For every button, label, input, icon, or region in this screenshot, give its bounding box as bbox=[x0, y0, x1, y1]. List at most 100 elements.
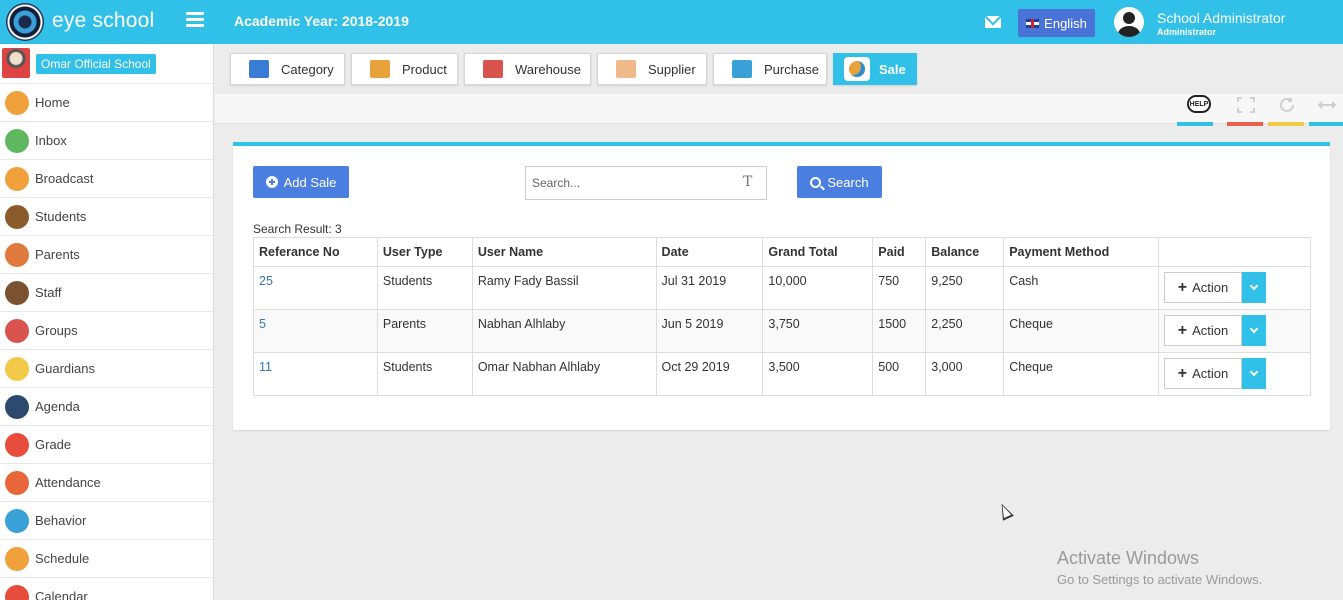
column-header: User Type bbox=[376, 237, 473, 267]
column-header: Payment Method bbox=[1003, 237, 1160, 267]
action-button-group: + Action bbox=[1164, 358, 1305, 389]
sidebar-item-label: Groups bbox=[35, 323, 78, 338]
fullscreen-color-bar bbox=[1227, 122, 1263, 126]
search-button[interactable]: Search bbox=[797, 166, 882, 198]
reference-link[interactable]: 25 bbox=[259, 274, 273, 288]
tab-label: Product bbox=[402, 61, 447, 77]
sidebar-item-grade[interactable]: Grade bbox=[0, 426, 213, 464]
action-button[interactable]: + Action bbox=[1164, 272, 1243, 303]
school-name-badge[interactable]: Omar Official School bbox=[36, 54, 156, 74]
table-cell: 500 bbox=[872, 352, 927, 396]
chevron-down-icon bbox=[1249, 324, 1259, 334]
groups-icon bbox=[5, 318, 29, 343]
reference-cell: 11 bbox=[253, 352, 378, 396]
sidebar-item-inbox[interactable]: Inbox bbox=[0, 122, 213, 160]
tab-sale[interactable]: Sale bbox=[833, 53, 917, 85]
sidebar-item-agenda[interactable]: Agenda bbox=[0, 388, 213, 426]
language-button[interactable]: English bbox=[1018, 9, 1095, 37]
action-label: Action bbox=[1192, 366, 1229, 381]
sidebar-item-staff[interactable]: Staff bbox=[0, 274, 213, 312]
brand-name[interactable]: eye school bbox=[52, 9, 154, 33]
hamburger-menu-icon[interactable] bbox=[186, 12, 204, 30]
sales-table: Referance No User Type User Name Date Grand … bbox=[253, 237, 1311, 396]
action-dropdown-toggle[interactable] bbox=[1242, 358, 1267, 389]
refresh-icon[interactable] bbox=[1278, 97, 1296, 113]
user-role: Administrator bbox=[1157, 27, 1217, 37]
table-row: 11 Students Omar Nabhan Alhlaby Oct 29 2019… bbox=[253, 352, 1311, 396]
tab-product[interactable]: Product bbox=[351, 53, 458, 85]
parents-icon bbox=[5, 242, 29, 267]
add-sale-button[interactable]: Add Sale bbox=[253, 166, 349, 198]
tab-warehouse[interactable]: Warehouse bbox=[464, 53, 591, 85]
help-icon[interactable]: HELP bbox=[1187, 95, 1211, 113]
tab-purchase[interactable]: Purchase bbox=[713, 53, 827, 85]
sidebar-item-parents[interactable]: Parents bbox=[0, 236, 213, 274]
action-cell: + Action bbox=[1158, 309, 1311, 353]
add-sale-label: Add Sale bbox=[283, 174, 337, 190]
sidebar-item-label: Schedule bbox=[35, 551, 90, 566]
search-button-label: Search bbox=[827, 174, 869, 190]
search-result-count: Search Result: 3 bbox=[253, 222, 342, 236]
action-label: Action bbox=[1192, 323, 1229, 338]
action-button[interactable]: + Action bbox=[1164, 315, 1243, 346]
mouse-cursor-icon bbox=[996, 501, 1014, 521]
column-header: Date bbox=[655, 237, 764, 267]
collapse-icon[interactable] bbox=[1318, 97, 1336, 113]
action-button[interactable]: + Action bbox=[1164, 358, 1243, 389]
sidebar-item-label: Staff bbox=[35, 285, 62, 300]
table-cell: 750 bbox=[872, 266, 927, 310]
sidebar-item-behavior[interactable]: Behavior bbox=[0, 502, 213, 540]
plus-icon: + bbox=[1177, 321, 1188, 339]
help-color-bar bbox=[1177, 122, 1213, 126]
home-icon bbox=[5, 90, 29, 115]
table-cell: Nabhan Alhlaby bbox=[471, 309, 657, 353]
user-name[interactable]: School Administrator bbox=[1157, 10, 1285, 26]
action-button-group: + Action bbox=[1164, 272, 1305, 303]
sidebar-item-label: Broadcast bbox=[35, 171, 94, 186]
sidebar-item-guardians[interactable]: Guardians bbox=[0, 350, 213, 388]
reference-link[interactable]: 11 bbox=[259, 360, 272, 374]
sidebar-item-groups[interactable]: Groups bbox=[0, 312, 213, 350]
school-avatar-icon bbox=[2, 48, 30, 78]
column-header: Balance bbox=[925, 237, 1005, 267]
sidebar-item-home[interactable]: Home bbox=[0, 84, 213, 122]
column-header: Referance No bbox=[253, 237, 378, 267]
table-cell: Students bbox=[376, 352, 473, 396]
sidebar-item-label: Calendar bbox=[35, 589, 88, 600]
search-input[interactable] bbox=[525, 166, 767, 200]
mail-icon[interactable] bbox=[985, 16, 1001, 28]
sidebar-item-broadcast[interactable]: Broadcast bbox=[0, 160, 213, 198]
sidebar-item-students[interactable]: Students bbox=[0, 198, 213, 236]
eye-logo-icon[interactable] bbox=[6, 3, 44, 41]
table-cell: 1500 bbox=[872, 309, 927, 353]
sidebar-item-label: Agenda bbox=[35, 399, 80, 414]
table-cell: Ramy Fady Bassil bbox=[471, 266, 657, 310]
sidebar-item-label: Grade bbox=[35, 437, 72, 452]
action-dropdown-toggle[interactable] bbox=[1242, 315, 1267, 346]
tab-supplier[interactable]: Supplier bbox=[597, 53, 707, 85]
table-cell: Jul 31 2019 bbox=[655, 266, 764, 310]
table-cell: Cheque bbox=[1003, 309, 1160, 353]
reference-link[interactable]: 5 bbox=[259, 317, 266, 331]
supplier-icon bbox=[616, 60, 636, 78]
table-row: 5 Parents Nabhan Alhlaby Jun 5 2019 3,750 150… bbox=[253, 309, 1311, 353]
sub-toolbar bbox=[215, 94, 1343, 124]
action-cell: + Action bbox=[1158, 352, 1311, 396]
sidebar: Omar Official School Home Inbox Broadcast S… bbox=[0, 44, 214, 600]
sidebar-item-calendar[interactable]: Calendar bbox=[0, 578, 213, 600]
language-label: English bbox=[1044, 15, 1087, 31]
user-avatar-icon[interactable] bbox=[1114, 7, 1144, 37]
column-header: Paid bbox=[872, 237, 927, 267]
sidebar-item-schedule[interactable]: Schedule bbox=[0, 540, 213, 578]
column-header: Grand Total bbox=[762, 237, 874, 267]
action-dropdown-toggle[interactable] bbox=[1242, 272, 1267, 303]
sale-icon bbox=[844, 57, 870, 81]
behavior-icon bbox=[5, 508, 29, 533]
sidebar-item-attendance[interactable]: Attendance bbox=[0, 464, 213, 502]
academic-year: Academic Year: 2018-2019 bbox=[234, 13, 409, 29]
sidebar-item-label: Attendance bbox=[35, 475, 101, 490]
tab-category[interactable]: Category bbox=[230, 53, 345, 85]
fullscreen-icon[interactable] bbox=[1237, 97, 1255, 113]
plus-icon: + bbox=[1177, 364, 1188, 382]
text-clear-icon[interactable]: T bbox=[743, 175, 755, 189]
